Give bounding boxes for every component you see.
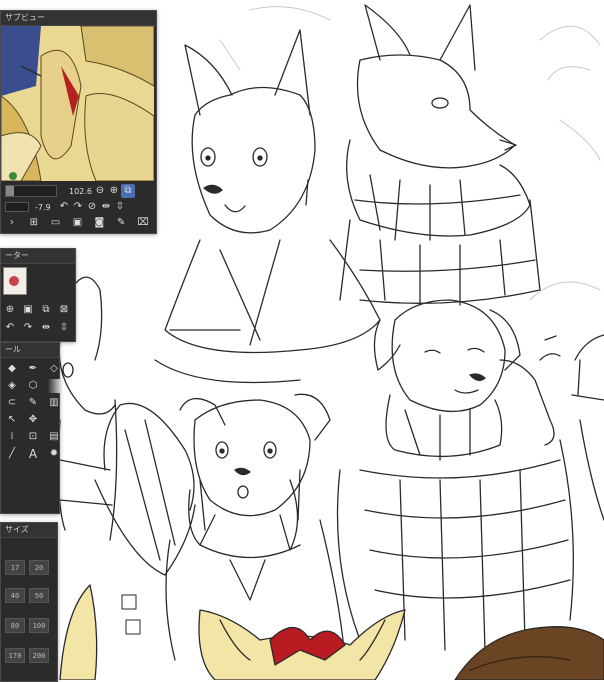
sketch-dog-3 [336,299,574,651]
layer-tool-row-2: ↶ ↷ ⇹ ⇳ [1,321,73,335]
burst-icon[interactable]: ✹ [47,447,61,461]
ruler-icon[interactable]: ▥ [47,396,61,410]
rotate-left-icon[interactable]: ↶ [57,200,71,214]
sketch-dog-1 [154,29,381,384]
size-cell[interactable]: 40 [5,588,25,603]
layer-panel-title: ーター [1,249,75,264]
brush-icon[interactable]: ✒ [26,362,40,376]
zoom-row: 102.6 ⊖ ⊕ ⧉ [1,181,154,201]
subview-title: サブビュー [1,11,156,26]
size-cell[interactable]: 100 [29,618,49,633]
add-layer-icon[interactable]: ⊕ [3,303,17,317]
size-cell[interactable]: 200 [29,648,49,663]
transform-icon[interactable]: ⬡ [26,379,40,393]
subview-toolbar: › ⊞ ▭ ▣ ◙ ✎ ⌧ [1,215,154,231]
image-icon[interactable]: ▣ [70,216,84,230]
sketch-bottom-right-head [454,626,604,680]
text-icon[interactable]: A [26,447,40,461]
size-cell[interactable]: 17 [5,560,25,575]
rotation-value[interactable]: -7.9 [35,203,57,212]
fit-view-icon[interactable]: ⧉ [121,184,135,198]
zoom-slider[interactable] [5,185,57,197]
tools-panel: ール ◆ ✒ ◇ ◈ ⬡ ⊂ ✎ ▥ ↖ ✥ ⁞ ⊡ ▤ ╱ A ✹ [0,342,61,514]
size-cell[interactable]: 20 [29,560,49,575]
zoom-in-icon[interactable]: ⊕ [107,184,121,198]
size-cell[interactable]: 80 [5,618,25,633]
size-panel-title: サイズ [1,523,57,538]
duplicate-icon[interactable]: ⧉ [39,303,53,317]
chevron-right-icon[interactable]: › [5,216,19,230]
flip-icon[interactable]: ⇹ [39,321,53,335]
trash-icon[interactable]: ⌧ [136,216,150,230]
flip-vertical-icon[interactable]: ⇳ [113,200,127,214]
pen-icon[interactable]: ◆ [5,362,19,376]
frame-icon[interactable]: ⊡ [26,430,40,444]
move-icon[interactable]: ✥ [26,413,40,427]
tools-panel-title: ール [1,343,59,358]
sketch-bottom-cat [198,609,406,680]
fill-icon[interactable]: ◈ [5,379,19,393]
layer-tool-row-1: ⊕ ▣ ⧉ ⊠ [1,303,73,317]
zoom-value[interactable]: 102.6 [69,187,93,196]
rotate-right-icon[interactable]: ↷ [71,200,85,214]
grid-icon[interactable]: ⊞ [27,216,41,230]
size-cell[interactable]: 170 [5,648,25,663]
select-icon[interactable]: ⁞ [5,430,19,444]
gradient-icon[interactable] [47,379,61,393]
eraser-icon[interactable]: ◇ [47,362,61,376]
layer-thumbnail[interactable] [3,267,27,295]
rotate-row: -7.9 ↶ ↷ ⊘ ⇹ ⇳ [1,199,154,215]
lasso-icon[interactable]: ⊂ [5,396,19,410]
sketch-top-hat [94,402,196,576]
sketch-fox [339,4,541,306]
mask-icon[interactable]: ▣ [21,303,35,317]
layer-tool-icon[interactable]: ▤ [47,430,61,444]
brush-size-panel: サイズ 17 20 40 50 80 100 170 200 [0,522,58,682]
line-icon[interactable]: ╱ [5,447,19,461]
tool-grid: ◆ ✒ ◇ ◈ ⬡ ⊂ ✎ ▥ ↖ ✥ ⁞ ⊡ ▤ ╱ A ✹ [1,358,61,465]
camera-icon[interactable]: ◙ [92,216,106,230]
rotate-slider[interactable] [5,202,29,212]
sketch-bottom-left-ear [59,584,98,680]
eyedropper-icon[interactable]: ✎ [114,216,128,230]
blank-tool-icon [47,413,61,427]
subview-preview[interactable] [1,26,154,181]
layer-panel: ーター ⊕ ▣ ⧉ ⊠ ↶ ↷ ⇹ ⇳ [0,248,76,342]
redo-icon[interactable]: ↷ [21,321,35,335]
undo-icon[interactable]: ↶ [3,321,17,335]
reset-rotation-icon[interactable]: ⊘ [85,200,99,214]
sketch-right-figure [571,334,604,521]
subview-panel: サブビュー 102.6 ⊖ ⊕ ⧉ -7.9 ↶ ↷ ⊘ ⇹ ⇳ › ⊞ ▭ ▣… [0,10,157,234]
zoom-out-icon[interactable]: ⊖ [93,184,107,198]
sketch-dog-2 [165,393,346,661]
flip-v-icon[interactable]: ⇳ [57,321,71,335]
folder-icon[interactable]: ▭ [49,216,63,230]
size-grid: 17 20 40 50 80 100 170 200 [1,538,57,678]
eyedropper-tool-icon[interactable]: ✎ [26,396,40,410]
merge-icon[interactable]: ⊠ [57,303,71,317]
cursor-icon[interactable]: ↖ [5,413,19,427]
flip-horizontal-icon[interactable]: ⇹ [99,200,113,214]
size-cell[interactable]: 50 [29,588,49,603]
